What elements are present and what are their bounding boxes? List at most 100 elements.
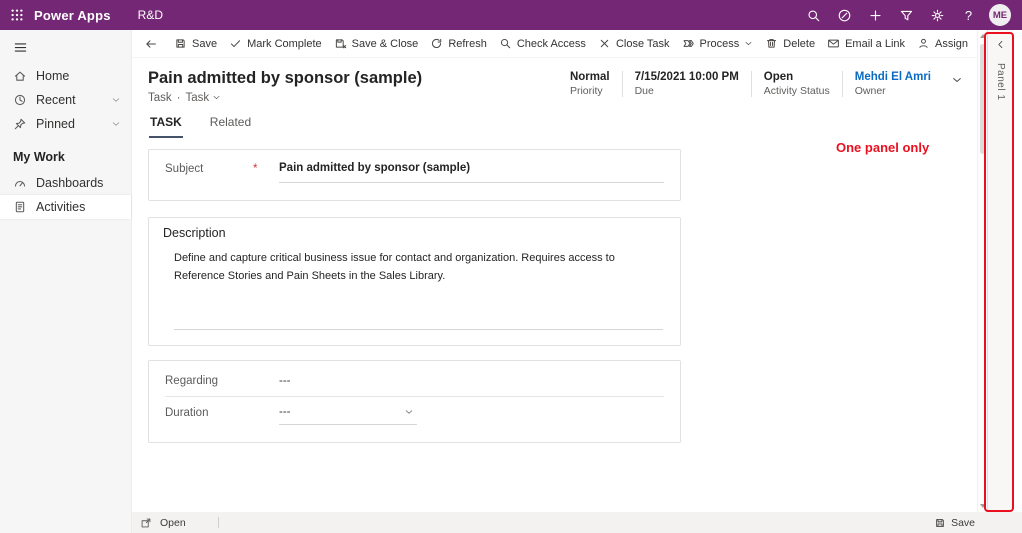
settings-button[interactable] xyxy=(922,0,953,30)
email-link-command[interactable]: Email a Link xyxy=(821,31,911,57)
command-label: Save xyxy=(192,38,217,50)
envelope-icon xyxy=(827,37,840,50)
environment-picker[interactable]: R&D xyxy=(138,8,163,22)
regarding-label: Regarding xyxy=(165,375,279,387)
chevron-down-icon xyxy=(212,93,221,102)
vertical-scrollbar[interactable] xyxy=(977,30,987,512)
assign-command[interactable]: Assign xyxy=(911,31,974,57)
sitemap-collapse-button[interactable] xyxy=(0,30,131,64)
back-button[interactable] xyxy=(134,31,168,57)
header-field-activity-status: Open Activity Status xyxy=(751,71,842,97)
scroll-up-arrow[interactable] xyxy=(980,34,986,38)
filter-icon xyxy=(899,8,914,23)
filter-button[interactable] xyxy=(891,0,922,30)
form-body: Subject * Pain admitted by sponsor (samp… xyxy=(132,138,977,512)
status-bar: Open Save xyxy=(132,512,1022,533)
header-field-due: 7/15/2021 10:00 PM Due xyxy=(622,71,751,97)
refresh-command[interactable]: Refresh xyxy=(424,31,493,57)
save-and-close-command[interactable]: Save & Close xyxy=(328,31,425,57)
tab-related[interactable]: Related xyxy=(209,113,252,138)
sidebar-item-home[interactable]: Home xyxy=(0,64,131,88)
command-label: Email a Link xyxy=(845,38,905,50)
process-command[interactable]: Process xyxy=(676,31,760,57)
close-task-command[interactable]: Close Task xyxy=(592,31,676,57)
header-field-owner: Mehdi El Amri Owner xyxy=(842,71,943,97)
field-value: Open xyxy=(764,71,830,83)
save-icon xyxy=(934,517,946,529)
app-launcher-button[interactable] xyxy=(0,0,34,30)
save-icon xyxy=(174,37,187,50)
waffle-icon xyxy=(10,8,24,22)
description-section: Description Define and capture critical … xyxy=(148,217,681,346)
chevron-down-icon xyxy=(744,39,753,48)
mark-complete-command[interactable]: Mark Complete xyxy=(223,31,328,57)
footer-save-button[interactable]: Save xyxy=(934,517,975,529)
sidebar-item-dashboards[interactable]: Dashboards xyxy=(0,171,131,195)
regarding-lookup[interactable]: --- xyxy=(279,375,291,387)
scrollbar-thumb[interactable] xyxy=(980,44,985,154)
record-type: Task xyxy=(148,92,172,104)
magnifier-icon xyxy=(499,37,512,50)
subject-input[interactable]: Pain admitted by sponsor (sample) xyxy=(279,159,664,183)
description-section-title: Description xyxy=(163,226,666,240)
edit-environment-button[interactable] xyxy=(829,0,860,30)
command-label: Close Task xyxy=(616,38,670,50)
sidebar-item-pinned[interactable]: Pinned xyxy=(0,112,131,136)
record-subtitle: Task · Task xyxy=(148,92,422,104)
pencil-circle-icon xyxy=(837,8,852,23)
delete-command[interactable]: Delete xyxy=(759,31,821,57)
add-button[interactable] xyxy=(860,0,891,30)
account-avatar[interactable]: ME xyxy=(989,4,1011,26)
home-icon xyxy=(13,69,27,83)
sidebar-item-activities[interactable]: Activities xyxy=(0,195,131,219)
field-label: Due xyxy=(635,85,739,97)
command-label: Assign xyxy=(935,38,968,50)
back-arrow-icon xyxy=(144,37,158,51)
refresh-icon xyxy=(430,37,443,50)
page-title: Pain admitted by sponsor (sample) xyxy=(148,69,422,88)
duration-field-row: Duration --- xyxy=(165,397,664,428)
description-input[interactable]: Define and capture critical business iss… xyxy=(174,250,658,285)
popout-icon[interactable] xyxy=(140,517,152,529)
header-expand-button[interactable] xyxy=(951,74,963,86)
subject-label: Subject xyxy=(165,163,253,179)
process-flow-icon xyxy=(682,37,695,50)
main-region: Save Mark Complete Save & Close xyxy=(132,30,1022,512)
description-field-underline xyxy=(174,329,663,330)
clock-icon xyxy=(13,93,27,107)
top-bar: Power Apps R&D xyxy=(0,0,1022,30)
save-command[interactable]: Save xyxy=(168,31,223,57)
site-map-sidebar: Home Recent Pinned My Work Da xyxy=(0,30,132,533)
panel-tab-title[interactable]: Panel 1 xyxy=(995,63,1006,100)
owner-link[interactable]: Mehdi El Amri xyxy=(855,71,931,83)
power-apps-window: Power Apps R&D xyxy=(0,0,1022,533)
status-left: Open xyxy=(140,517,219,529)
duration-dropdown[interactable]: --- xyxy=(279,401,417,425)
sidebar-item-label: Activities xyxy=(36,200,85,214)
plus-icon xyxy=(868,8,883,23)
form-selector[interactable]: Task xyxy=(186,92,222,104)
check-access-command[interactable]: Check Access xyxy=(493,31,592,57)
chevron-down-icon xyxy=(111,119,121,129)
command-label: Save & Close xyxy=(352,38,419,50)
help-button[interactable]: ? xyxy=(953,0,984,30)
form-tabs: TASK Related xyxy=(132,104,977,138)
close-icon xyxy=(598,37,611,50)
trash-icon xyxy=(765,37,778,50)
gauge-icon xyxy=(13,176,27,190)
chevron-left-icon xyxy=(995,39,1006,50)
record-status: Open xyxy=(160,517,186,529)
duration-value: --- xyxy=(279,406,291,418)
record-content: Save Mark Complete Save & Close xyxy=(132,30,977,512)
panel-expand-button[interactable] xyxy=(995,39,1006,50)
pin-icon xyxy=(13,117,27,131)
record-header: Pain admitted by sponsor (sample) Task ·… xyxy=(132,58,977,104)
sidebar-item-label: Pinned xyxy=(36,117,75,131)
app-name: Power Apps xyxy=(34,8,111,23)
tab-task[interactable]: TASK xyxy=(149,113,183,138)
sidebar-item-recent[interactable]: Recent xyxy=(0,88,131,112)
scroll-down-arrow[interactable] xyxy=(980,504,986,508)
chevron-down-icon xyxy=(951,74,963,86)
search-button[interactable] xyxy=(798,0,829,30)
save-close-icon xyxy=(334,37,347,50)
